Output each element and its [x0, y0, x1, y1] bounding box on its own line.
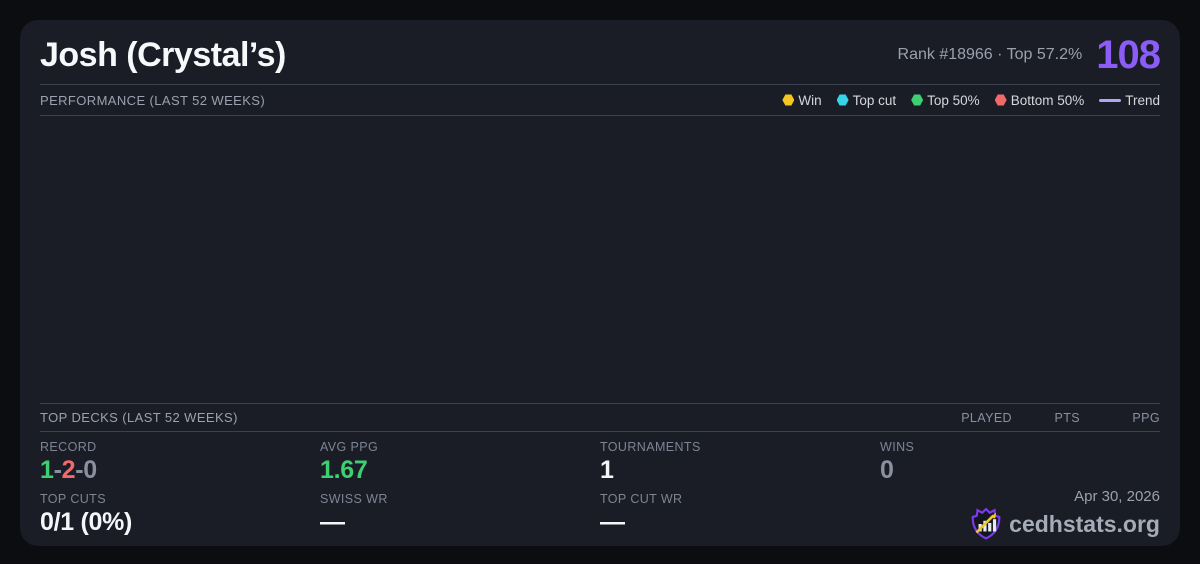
stat-top-cuts: TOP CUTS 0/1 (0%): [40, 492, 320, 544]
stat-record: RECORD 1-2-0: [40, 440, 320, 492]
legend-item-trend[interactable]: Trend: [1099, 93, 1160, 108]
brand[interactable]: cedhstats.org: [971, 508, 1160, 540]
performance-section-label: PERFORMANCE (LAST 52 WEEKS): [40, 93, 265, 108]
chart-legend: Win Top cut Top 50% Bottom 50% Trend: [782, 93, 1160, 108]
player-name: Josh (Crystal’s): [40, 36, 286, 75]
stat-tournaments: TOURNAMENTS 1: [600, 440, 880, 492]
stat-swiss-wr: SWISS WR —: [320, 492, 600, 544]
column-header-pts: PTS: [1012, 411, 1080, 425]
top-cut-wr-value: —: [600, 508, 880, 537]
record-sep1: -: [54, 456, 62, 484]
top-decks-column-headers: PLAYED PTS PPG: [912, 411, 1160, 425]
legend-item-top-cut[interactable]: Top cut: [837, 93, 897, 108]
tournaments-value: 1: [600, 456, 880, 485]
stat-wins: WINS 0: [880, 440, 1160, 492]
top-50-dot-icon: [911, 94, 923, 106]
legend-item-win[interactable]: Win: [782, 93, 821, 108]
legend-item-bottom-50[interactable]: Bottom 50%: [995, 93, 1085, 108]
record-label: RECORD: [40, 440, 320, 454]
win-dot-icon: [782, 94, 794, 106]
rating-value: 108: [1096, 33, 1160, 78]
top-cut-wr-label: TOP CUT WR: [600, 492, 880, 506]
top-cut-dot-icon: [837, 94, 849, 106]
stats-section: RECORD 1-2-0 AVG PPG 1.67 TOURNAMENTS 1 …: [40, 432, 1160, 546]
top-cuts-value: 0/1 (0%): [40, 508, 320, 537]
brand-text: cedhstats.org: [1009, 511, 1160, 538]
performance-chart: [40, 116, 1160, 403]
record-draws: 0: [83, 456, 97, 484]
swiss-wr-label: SWISS WR: [320, 492, 600, 506]
card-header: Josh (Crystal’s) Rank #18966 · Top 57.2%…: [40, 20, 1160, 84]
stat-top-cut-wr: TOP CUT WR —: [600, 492, 880, 544]
avg-ppg-label: AVG PPG: [320, 440, 600, 454]
column-header-played: PLAYED: [912, 411, 1012, 425]
bottom-50-dot-icon: [995, 94, 1007, 106]
stat-avg-ppg: AVG PPG 1.67: [320, 440, 600, 492]
trend-line-icon: [1099, 99, 1121, 102]
top-decks-section-label: TOP DECKS (LAST 52 WEEKS): [40, 410, 238, 425]
rank-text: Rank #18966 · Top 57.2%: [898, 46, 1083, 64]
record-losses: 2: [62, 456, 76, 484]
column-header-ppg: PPG: [1080, 411, 1160, 425]
top-cuts-label: TOP CUTS: [40, 492, 320, 506]
top-decks-header-row: TOP DECKS (LAST 52 WEEKS) PLAYED PTS PPG: [40, 404, 1160, 431]
footer-block: Apr 30, 2026 cedhstats.org: [971, 488, 1160, 540]
legend-label-top-cut: Top cut: [853, 93, 897, 108]
swiss-wr-value: —: [320, 508, 600, 537]
record-wins: 1: [40, 456, 54, 484]
player-stats-card: Josh (Crystal’s) Rank #18966 · Top 57.2%…: [20, 20, 1180, 546]
tournaments-label: TOURNAMENTS: [600, 440, 880, 454]
legend-label-win: Win: [798, 93, 821, 108]
legend-label-top-50: Top 50%: [927, 93, 980, 108]
cedhstats-logo-icon: [971, 508, 1001, 540]
wins-value: 0: [880, 456, 1160, 485]
snapshot-date: Apr 30, 2026: [971, 488, 1160, 505]
wins-label: WINS: [880, 440, 1160, 454]
legend-label-bottom-50: Bottom 50%: [1011, 93, 1085, 108]
performance-header-row: PERFORMANCE (LAST 52 WEEKS) Win Top cut …: [40, 85, 1160, 115]
legend-label-trend: Trend: [1125, 93, 1160, 108]
avg-ppg-value: 1.67: [320, 456, 600, 485]
record-value: 1-2-0: [40, 456, 320, 485]
legend-item-top-50[interactable]: Top 50%: [911, 93, 980, 108]
rank-summary: Rank #18966 · Top 57.2% 108: [898, 33, 1160, 78]
